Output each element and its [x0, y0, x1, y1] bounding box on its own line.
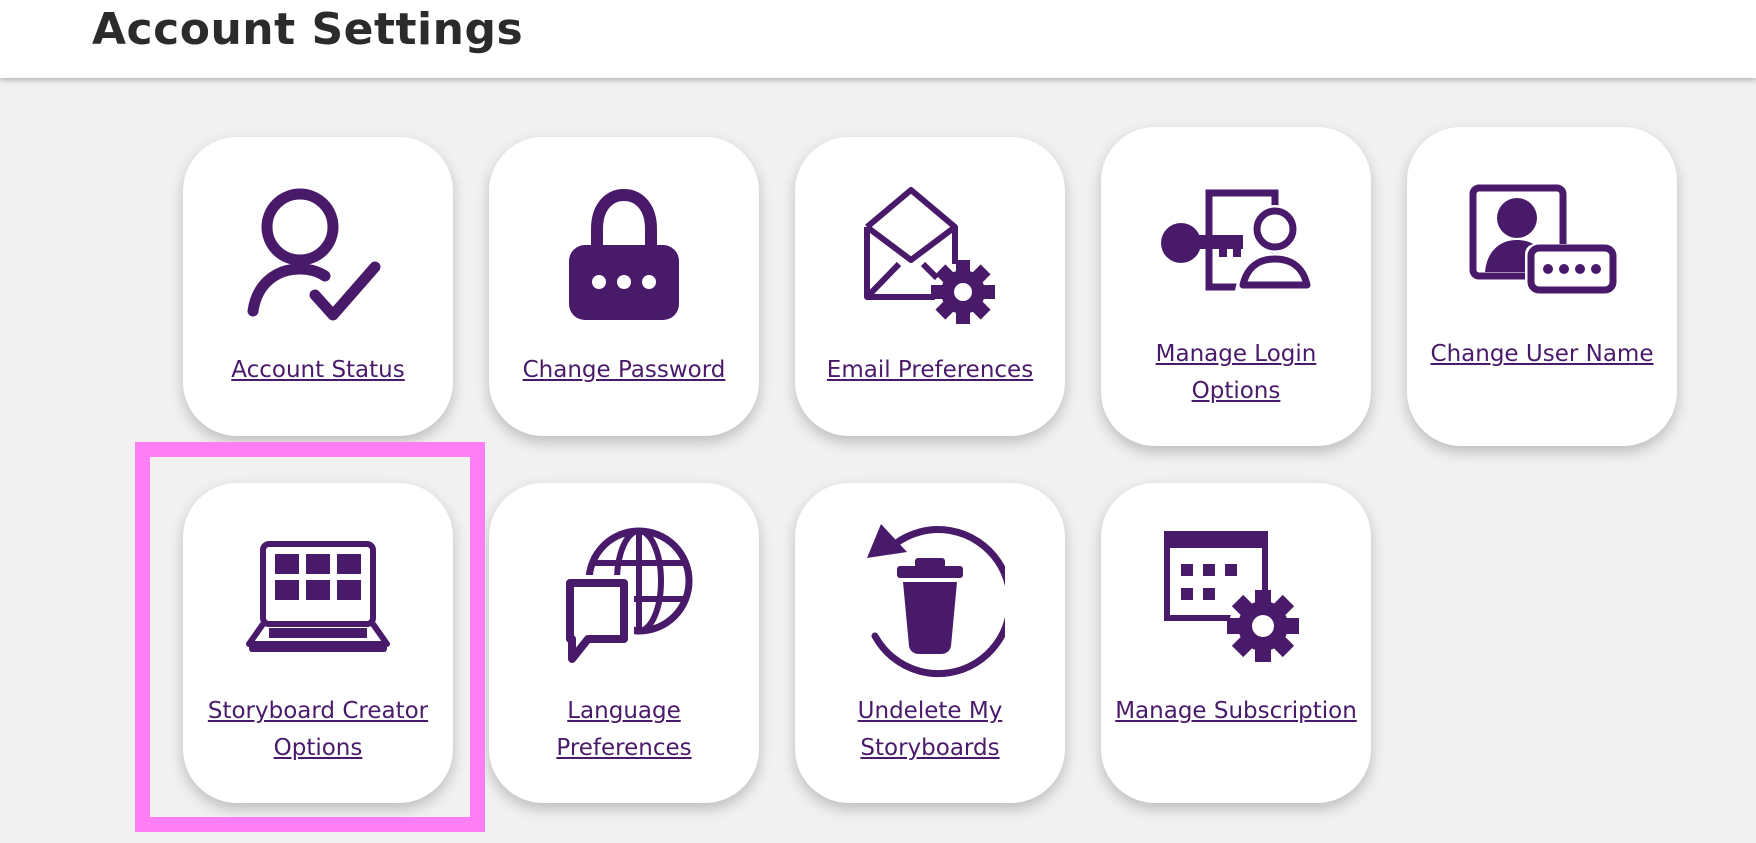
card-label[interactable]: Language Preferences — [499, 693, 749, 767]
restore-trash-icon — [867, 524, 1005, 678]
card-label[interactable]: Change User Name — [1417, 336, 1667, 373]
storyboard-creator-options-card[interactable]: Storyboard Creator Options — [183, 483, 453, 803]
card-label[interactable]: Manage Subscription — [1111, 693, 1361, 730]
account-status-card[interactable]: Account Status — [183, 137, 453, 436]
undelete-my-storyboards-card[interactable]: Undelete My Storyboards — [795, 483, 1065, 803]
envelope-gear-icon — [864, 187, 995, 324]
calendar-gear-icon — [1164, 531, 1299, 662]
page-title: Account Settings — [92, 4, 524, 55]
language-preferences-card[interactable]: Language Preferences — [489, 483, 759, 803]
email-preferences-card[interactable]: Email Preferences — [795, 137, 1065, 436]
padlock-icon — [569, 188, 679, 320]
card-label[interactable]: Change Password — [499, 352, 749, 389]
profile-card-icon — [1469, 184, 1617, 294]
card-label[interactable]: Undelete My Storyboards — [805, 693, 1055, 767]
manage-login-options-card[interactable]: Manage Login Options — [1101, 127, 1371, 446]
user-check-icon — [247, 188, 381, 321]
page-header: Account Settings — [0, 0, 1756, 78]
change-password-card[interactable]: Change Password — [489, 137, 759, 436]
card-label[interactable]: Storyboard Creator Options — [193, 693, 443, 767]
card-label[interactable]: Account Status — [193, 352, 443, 389]
change-user-name-card[interactable]: Change User Name — [1407, 127, 1677, 446]
card-label[interactable]: Manage Login Options — [1111, 336, 1361, 410]
globe-chat-icon — [554, 527, 693, 663]
card-label[interactable]: Email Preferences — [805, 352, 1055, 389]
key-user-icon — [1161, 189, 1311, 291]
laptop-grid-icon — [246, 541, 390, 652]
manage-subscription-card[interactable]: Manage Subscription — [1101, 483, 1371, 803]
